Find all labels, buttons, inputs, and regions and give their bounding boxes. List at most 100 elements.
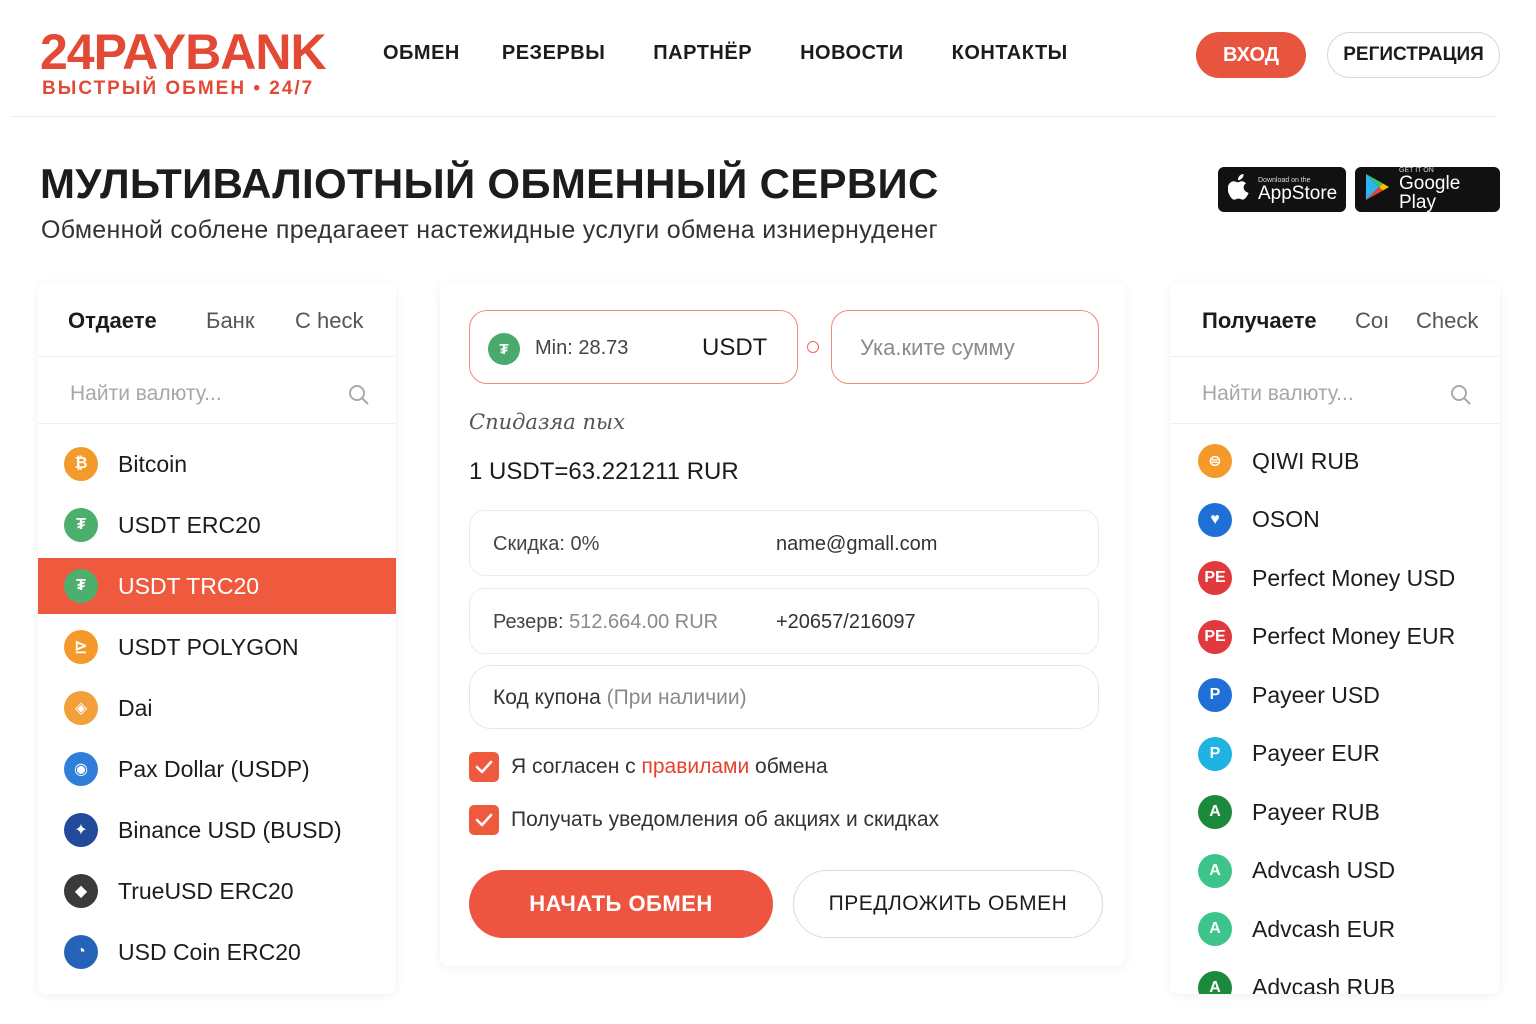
give-amount-field[interactable]: ₮ Min: 28.73 USDT <box>469 310 798 384</box>
search-icon[interactable] <box>1450 384 1472 406</box>
currency-item[interactable]: A Advcash RUB <box>1170 960 1500 994</box>
currency-name: Perfect Money USD <box>1252 564 1456 591</box>
agree-suffix: обмена <box>749 755 828 778</box>
header-divider <box>10 116 1496 117</box>
currency-item[interactable]: ♥ OSON <box>1170 492 1500 548</box>
agree-rules-label: Я согласен с правилами обмена <box>511 755 828 779</box>
reserve-value: 512.664.00 RUR <box>569 611 719 633</box>
tether-icon: ₮ <box>64 569 98 603</box>
rate-caption: Спидазяа пых <box>469 410 625 434</box>
nav-item-partner[interactable]: ПАРТНЁР <box>653 42 752 65</box>
currency-item[interactable]: A Advcash EUR <box>1170 901 1500 957</box>
brand-tagline: ВЫСТРЫЙ ОБМЕН • 24/7 <box>42 78 315 99</box>
currency-name: Advcash RUB <box>1252 974 1396 994</box>
currency-item[interactable]: A Payeer RUB <box>1170 784 1500 840</box>
rules-link[interactable]: правилами <box>642 755 750 778</box>
nav-item-exchange[interactable]: ОБМЕН <box>383 42 460 65</box>
currency-item[interactable]: ₮ USDT ERC20 <box>38 497 396 553</box>
currency-item[interactable]: P Payeer EUR <box>1170 726 1500 782</box>
currency-item[interactable]: ◆ TrueUSD ERC20 <box>38 863 396 919</box>
app-store-label: AppStore <box>1258 182 1338 204</box>
currency-item[interactable]: ◈ Dai <box>38 680 396 736</box>
payeer-icon: P <box>1198 736 1232 771</box>
phone-field[interactable]: +20657/216097 <box>776 611 916 634</box>
google-play-logo-icon <box>1365 173 1391 206</box>
app-store-badge[interactable]: Download on the AppStore <box>1218 167 1346 212</box>
currency-item[interactable]: ✦ Binance USD (BUSD) <box>38 802 396 858</box>
min-amount-label: Min: 28.73 <box>535 337 629 359</box>
perfect-money-icon: PE <box>1198 619 1232 654</box>
receive-search-input[interactable]: Найти валюту... <box>1202 382 1354 406</box>
nav-item-reserves[interactable]: РЕЗЕРВЫ <box>502 42 605 65</box>
polygon-icon: ⊵ <box>64 630 98 664</box>
currency-name: Perfect Money EUR <box>1252 623 1456 649</box>
tab-bank[interactable]: Банк <box>206 308 254 334</box>
perfect-money-icon: PE <box>1198 561 1232 595</box>
email-field[interactable]: name@gmall.com <box>776 533 937 556</box>
exchange-form: ₮ Min: 28.73 USDT Ука.ките сумму Спидазя… <box>440 282 1125 966</box>
currency-name: Advcash EUR <box>1252 915 1396 942</box>
currency-name: OSON <box>1252 506 1320 532</box>
currency-name: Binance USD (BUSD) <box>118 816 342 843</box>
tab-check[interactable]: Check <box>1416 308 1478 334</box>
currency-item[interactable]: P Payeer USD <box>1170 667 1500 723</box>
nav-item-contacts[interactable]: КОНТАКТЫ <box>952 42 1068 65</box>
currency-item[interactable]: ₿ Bitcoin <box>38 436 396 492</box>
currency-name: QIWI RUB <box>1252 447 1360 474</box>
discount-label: Скидка: 0% <box>493 533 600 555</box>
coupon-input[interactable]: Код купона (При наличии) <box>493 686 747 710</box>
currency-name: Payeer EUR <box>1252 740 1380 766</box>
tab-receive[interactable]: Получаете <box>1202 308 1317 334</box>
currency-name: Payeer RUB <box>1252 798 1380 825</box>
currency-name: TrueUSD ERC20 <box>118 877 294 904</box>
receive-amount-field[interactable]: Ука.ките сумму <box>831 310 1099 384</box>
start-exchange-button[interactable]: НАЧАТЬ ОБМЕН <box>469 870 773 938</box>
receive-search-field[interactable]: Найти валюту... <box>1170 372 1500 424</box>
apple-logo-icon <box>1227 174 1250 205</box>
google-play-badge[interactable]: GET IT ON Google Play <box>1355 167 1500 212</box>
brand-logo[interactable]: 24PAYBANK <box>40 26 327 78</box>
currency-item[interactable]: ₮ USDT TRC20 <box>38 558 396 614</box>
currency-item[interactable]: ◔ USD Coin ERC20 <box>38 924 396 980</box>
currency-item[interactable]: PE Perfect Money EUR <box>1170 609 1500 665</box>
bitcoin-icon: ₿ <box>64 447 98 481</box>
currency-item[interactable]: ⊵ USDT POLYGON <box>38 619 396 675</box>
agree-rules-row: Я согласен с правилами обмена <box>469 752 828 782</box>
tusd-icon: ◆ <box>64 874 98 908</box>
tab-check[interactable]: С heck <box>295 308 363 334</box>
currency-item[interactable]: A Advcash USD <box>1170 843 1500 899</box>
main-nav: ОБМЕН РЕЗЕРВЫ ПАРТНЁР НОВОСТИ КОНТАКТЫ <box>383 42 1068 65</box>
give-search-input[interactable]: Найти валюту... <box>70 382 222 406</box>
tether-icon: ₮ <box>488 333 520 365</box>
dai-icon: ◈ <box>64 691 98 725</box>
tab-coin[interactable]: Сoı <box>1355 308 1397 334</box>
reserve-phone-row: Резерв: 512.664.00 RUR +20657/216097 <box>469 588 1099 654</box>
agree-rules-checkbox[interactable] <box>469 752 499 782</box>
search-icon[interactable] <box>348 384 370 406</box>
notify-checkbox[interactable] <box>469 805 499 835</box>
currency-item[interactable]: PE Perfect Money USD <box>1170 550 1500 606</box>
currency-name: Dai <box>118 694 153 721</box>
currency-item[interactable]: ⊜ QIWI RUB <box>1170 433 1500 489</box>
advcash-icon: A <box>1198 970 1232 994</box>
separator-dot <box>807 341 819 353</box>
tab-give[interactable]: Отдаете <box>68 308 157 334</box>
nav-item-news[interactable]: НОВОСТИ <box>800 42 904 65</box>
currency-name: USDT POLYGON <box>118 633 299 660</box>
offer-exchange-button[interactable]: ПРЕДЛОЖИТЬ ОБМЕН <box>793 870 1103 938</box>
notify-label: Получать уведомления об акциях и скидках <box>511 808 940 831</box>
reserve-caption: Резерв: <box>493 611 564 633</box>
register-button[interactable]: РЕГИСТРАЦИЯ <box>1327 32 1500 78</box>
payeer-icon: P <box>1198 678 1232 712</box>
give-search-field[interactable]: Найти валюту... <box>38 372 396 424</box>
currency-name: USD Coin ERC20 <box>118 938 301 965</box>
give-tabs: Отдаете Банк С heck <box>38 282 396 357</box>
payeer-icon: A <box>1198 795 1232 829</box>
currency-name: Pax Dollar (USDP) <box>118 755 310 782</box>
login-button[interactable]: ВХОД <box>1196 32 1306 78</box>
page-title: МУЛЬТИВАЛІОТНЫЙ ОБМЕННЫЙ СЕРВИС <box>40 160 939 207</box>
oson-icon: ♥ <box>1198 502 1232 537</box>
currency-item[interactable]: ◉ Pax Dollar (USDP) <box>38 741 396 797</box>
coupon-field[interactable]: Код купона (При наличии) <box>469 665 1099 729</box>
receive-amount-input[interactable]: Ука.ките сумму <box>860 335 1015 361</box>
